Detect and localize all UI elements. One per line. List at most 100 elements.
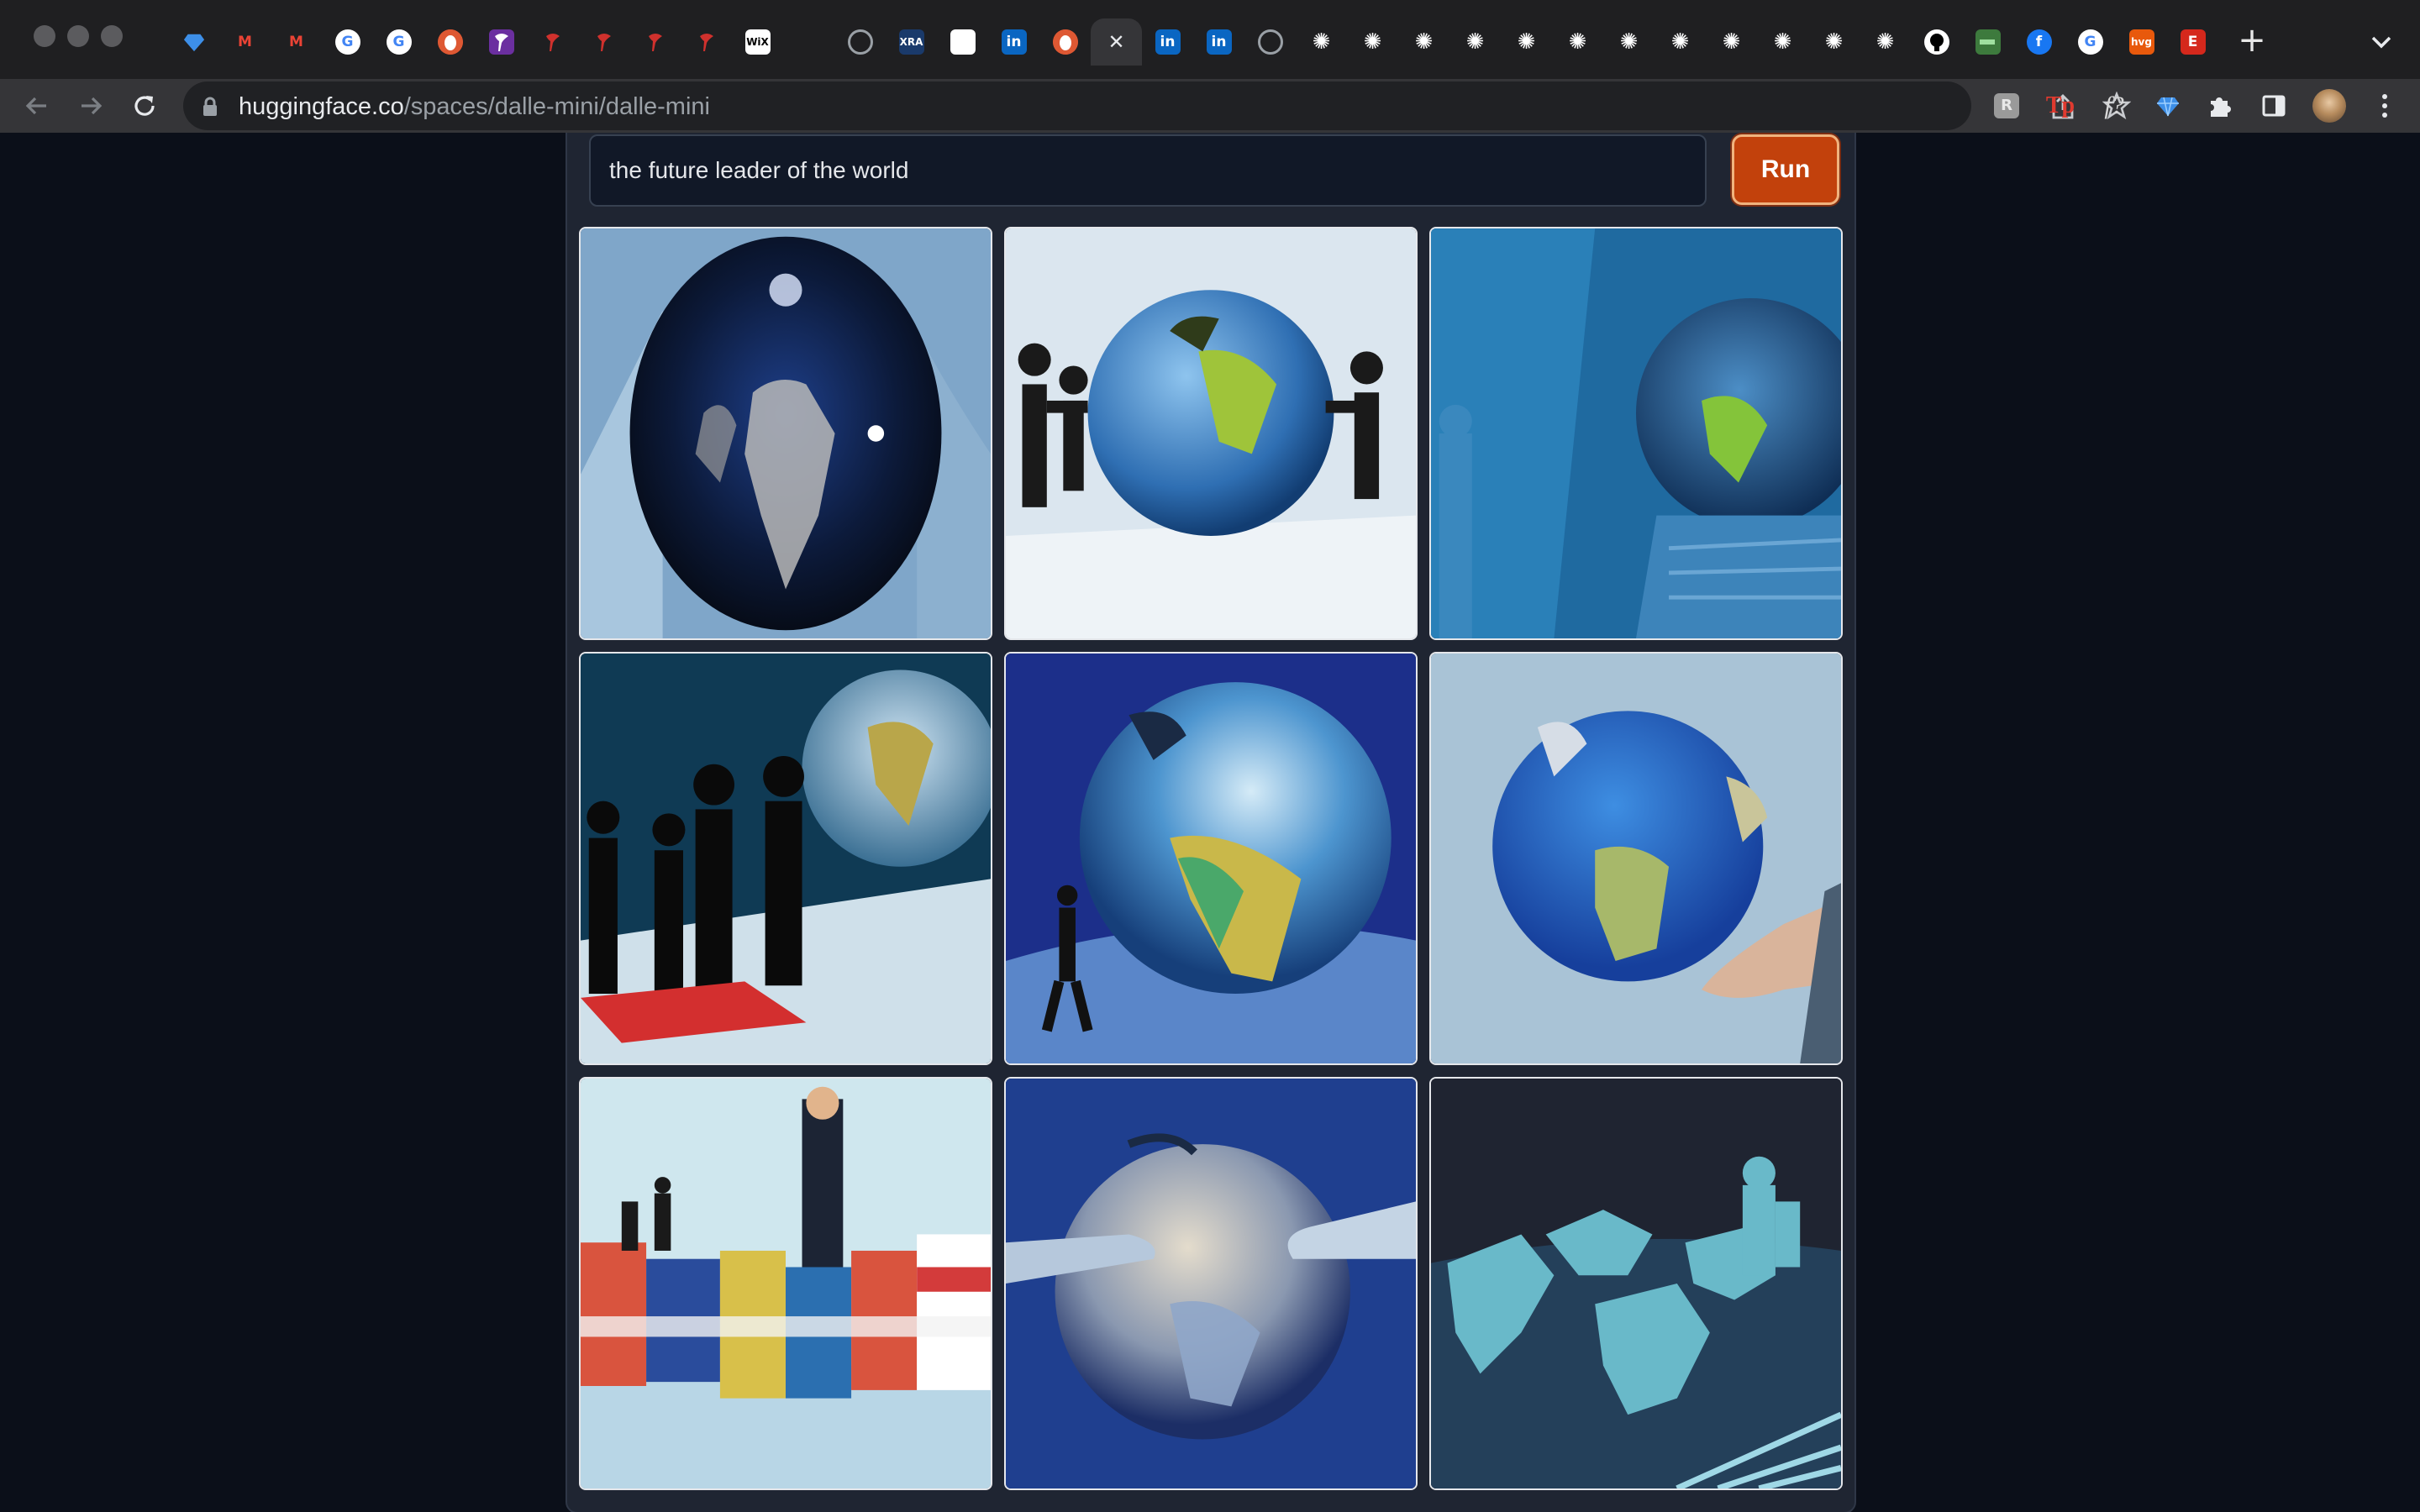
browser-tab[interactable] xyxy=(1962,18,2013,66)
browser-tab[interactable]: ✕ xyxy=(1091,18,1142,66)
gear-icon: ✺ xyxy=(1876,29,1895,55)
browser-tab[interactable]: f xyxy=(2013,18,2065,66)
google-icon: G xyxy=(334,29,360,55)
tp-extension-icon[interactable]: Tp xyxy=(2042,87,2079,124)
linkedin-icon: in xyxy=(1001,29,1027,55)
browser-tab[interactable]: ✺ xyxy=(1706,18,1757,66)
blank-icon xyxy=(797,29,822,55)
prompt-input[interactable]: the future leader of the world xyxy=(589,134,1707,207)
run-button[interactable]: Run xyxy=(1732,134,1839,205)
reload-icon[interactable] xyxy=(126,87,163,124)
wix-icon: WiX xyxy=(744,29,771,55)
browser-tab[interactable]: ✺ xyxy=(1398,18,1449,66)
figures-around-globe-image[interactable] xyxy=(1004,227,1418,640)
browser-tab[interactable]: E xyxy=(2167,18,2218,66)
browser-tab[interactable]: WiX xyxy=(732,18,783,66)
url-path: /spaces/dalle-mini/dalle-mini xyxy=(403,93,710,120)
browser-tab[interactable] xyxy=(783,18,834,66)
hands-holding-globe-image[interactable] xyxy=(1004,1077,1418,1490)
browser-tab[interactable]: G xyxy=(2065,18,2116,66)
url-text: huggingface.co/spaces/dalle-mini/dalle-m… xyxy=(239,93,710,121)
browser-tab[interactable]: in xyxy=(988,18,1039,66)
battery-icon xyxy=(1975,29,2001,55)
browser-tab[interactable]: ✺ xyxy=(1501,18,1552,66)
leader-on-flags-image[interactable] xyxy=(579,1077,992,1490)
red-pin-icon xyxy=(643,29,668,55)
globe-icon xyxy=(847,29,873,55)
linkedin-icon: in xyxy=(1155,29,1181,55)
puzzle-icon[interactable] xyxy=(2202,87,2238,124)
browser-tab[interactable]: ✺ xyxy=(1757,18,1808,66)
gear-icon: ✺ xyxy=(1465,29,1485,55)
google-icon: G xyxy=(386,29,412,55)
browser-tab[interactable]: ✺ xyxy=(1603,18,1655,66)
profile-avatar-icon[interactable] xyxy=(2311,87,2348,124)
browser-toolbar: huggingface.co/spaces/dalle-mini/dalle-m… xyxy=(0,79,2420,133)
red-pin-icon xyxy=(592,29,617,55)
browser-tab[interactable]: ✺ xyxy=(1347,18,1398,66)
window-close-dot[interactable] xyxy=(34,25,55,47)
browser-tab[interactable]: M xyxy=(271,18,322,66)
browser-tab[interactable]: ✺ xyxy=(1552,18,1603,66)
browser-tab[interactable]: in xyxy=(1142,18,1193,66)
browser-tab[interactable] xyxy=(1911,18,1962,66)
tab-search-chevron-icon[interactable] xyxy=(2365,25,2398,59)
back-arrow-icon[interactable] xyxy=(18,87,55,124)
forward-arrow-icon[interactable] xyxy=(72,87,109,124)
browser-tab[interactable]: G xyxy=(322,18,373,66)
window-minimize-dot[interactable] xyxy=(67,25,89,47)
kebab-menu-icon[interactable] xyxy=(2366,87,2403,124)
facebook-icon: f xyxy=(2026,29,2052,55)
browser-tab[interactable] xyxy=(168,18,219,66)
gear-icon: ✺ xyxy=(1722,29,1741,55)
browser-tab[interactable] xyxy=(527,18,578,66)
sidepanel-icon[interactable] xyxy=(2255,87,2292,124)
gear-icon: ✺ xyxy=(1773,29,1792,55)
browser-tab[interactable] xyxy=(937,18,988,66)
gmail-icon: M xyxy=(238,33,252,50)
globe-icon xyxy=(1257,29,1283,55)
hand-holding-globe-image[interactable] xyxy=(1429,652,1843,1065)
browser-tab[interactable]: ✺ xyxy=(1860,18,1911,66)
glass-globe-map-image[interactable] xyxy=(579,227,992,640)
browser-tab[interactable]: ✺ xyxy=(1808,18,1860,66)
new-tab-button[interactable]: + xyxy=(2233,21,2270,60)
window-zoom-dot[interactable] xyxy=(101,25,123,47)
red-pin-icon xyxy=(540,29,566,55)
browser-tab[interactable] xyxy=(629,18,681,66)
linkedin-icon: in xyxy=(1206,29,1232,55)
fx-extension-icon[interactable]: f? xyxy=(2096,87,2133,124)
browser-tab[interactable] xyxy=(834,18,886,66)
tab-list: M M G G WiX XRA in ✕ in in ✺ ✺ ✺ ✺ ✺ ✺ ✺ ✺ ✺ ✺ ✺ ✺ f Ghvg E xyxy=(168,18,2218,66)
silhouettes-with-globe-image[interactable] xyxy=(579,652,992,1065)
address-bar[interactable]: huggingface.co/spaces/dalle-mini/dalle-m… xyxy=(183,81,2132,130)
browser-tab[interactable]: hvg xyxy=(2116,18,2167,66)
browser-tab[interactable]: ✺ xyxy=(1296,18,1347,66)
hvg-icon: hvg xyxy=(2128,29,2154,55)
r-extension-icon[interactable]: R xyxy=(1988,87,2025,124)
browser-tab[interactable]: in xyxy=(1193,18,1244,66)
diamond-icon xyxy=(182,29,207,55)
diamond-extension-icon[interactable] xyxy=(2149,87,2186,124)
walking-figure-globe-image[interactable] xyxy=(1004,652,1418,1065)
page-content: the future leader of the world Run xyxy=(0,133,2420,1512)
browser-tab[interactable]: XRA xyxy=(886,18,937,66)
lock-icon[interactable] xyxy=(202,97,218,121)
gear-icon: ✺ xyxy=(1824,29,1844,55)
browser-tab[interactable] xyxy=(1244,18,1296,66)
browser-tab[interactable]: G xyxy=(373,18,424,66)
browser-tab[interactable]: ✺ xyxy=(1449,18,1501,66)
browser-tab[interactable] xyxy=(476,18,527,66)
white-square-icon xyxy=(950,29,976,55)
browser-tab[interactable] xyxy=(424,18,476,66)
url-host: huggingface.co xyxy=(239,93,404,120)
gmail-icon: M xyxy=(289,33,303,50)
browser-tab[interactable] xyxy=(1039,18,1091,66)
browser-tab[interactable]: M xyxy=(219,18,271,66)
world-map-figures-image[interactable] xyxy=(1429,1077,1843,1490)
browser-tab[interactable] xyxy=(578,18,629,66)
browser-tab[interactable] xyxy=(681,18,732,66)
browser-tab[interactable]: ✺ xyxy=(1655,18,1706,66)
globe-in-blue-room-image[interactable] xyxy=(1429,227,1843,640)
gear-icon: ✺ xyxy=(1568,29,1587,55)
